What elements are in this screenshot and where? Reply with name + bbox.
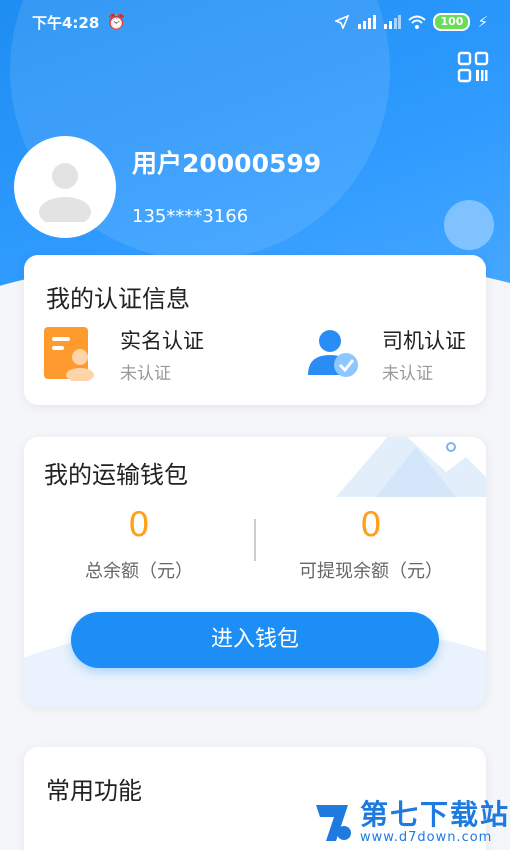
- alarm-icon: ⏰: [107, 13, 126, 31]
- wifi-icon: [408, 15, 427, 29]
- id-card-icon: [44, 327, 94, 381]
- driver-auth-item[interactable]: 司机认证 未认证: [306, 325, 466, 384]
- wallet-card-title: 我的运输钱包: [44, 461, 188, 489]
- qr-scan-button[interactable]: [456, 50, 490, 84]
- withdrawable-balance-label: 可提现余额（元）: [299, 561, 443, 582]
- real-name-auth-status: 未认证: [120, 364, 171, 384]
- signal-icon: [384, 15, 402, 29]
- site-watermark: 第七下载站 www.d7down.com: [314, 800, 510, 845]
- default-avatar-icon: [39, 163, 91, 222]
- total-balance-label: 总余额（元）: [85, 561, 193, 582]
- driver-auth-status: 未认证: [382, 364, 433, 384]
- withdrawable-balance-value: 0: [360, 505, 382, 545]
- watermark-url: www.d7down.com: [360, 830, 493, 845]
- common-functions-title: 常用功能: [46, 777, 142, 805]
- wallet-card: + 我的运输钱包 0 总余额（元） 0 可提现余额（元） 进入钱包: [24, 437, 486, 707]
- battery-indicator: 100: [433, 13, 471, 31]
- enter-wallet-button[interactable]: 进入钱包: [71, 612, 439, 668]
- header-decor-bubble: [444, 200, 494, 250]
- auth-info-card: 我的认证信息 实名认证 未认证 司机认证 未认证: [24, 255, 486, 405]
- signal-hd-icon: [358, 15, 377, 29]
- qr-code-icon: [457, 51, 489, 83]
- driver-auth-label: 司机认证: [382, 329, 466, 353]
- username: 用户20000599: [132, 149, 322, 178]
- driver-verified-icon: [308, 330, 358, 377]
- withdrawable-balance: 0 可提现余额（元）: [256, 505, 486, 583]
- real-name-auth-item[interactable]: 实名认证 未认证: [44, 325, 204, 384]
- auth-card-title: 我的认证信息: [46, 285, 190, 313]
- watermark-logo-icon: [316, 804, 351, 841]
- location-arrow-icon: [335, 15, 350, 29]
- mountain-decor-icon: +: [336, 437, 486, 497]
- real-name-auth-label: 实名认证: [120, 329, 204, 353]
- charging-icon: ⚡: [477, 13, 488, 31]
- avatar[interactable]: [14, 136, 116, 238]
- watermark-title: 第七下载站: [360, 798, 510, 831]
- phone-number: 135****3166: [132, 206, 249, 227]
- total-balance-value: 0: [128, 505, 150, 545]
- status-bar: 下午4:28 ⏰ 100 ⚡: [0, 0, 510, 44]
- total-balance: 0 总余额（元）: [24, 505, 254, 583]
- status-time: 下午4:28: [32, 13, 100, 32]
